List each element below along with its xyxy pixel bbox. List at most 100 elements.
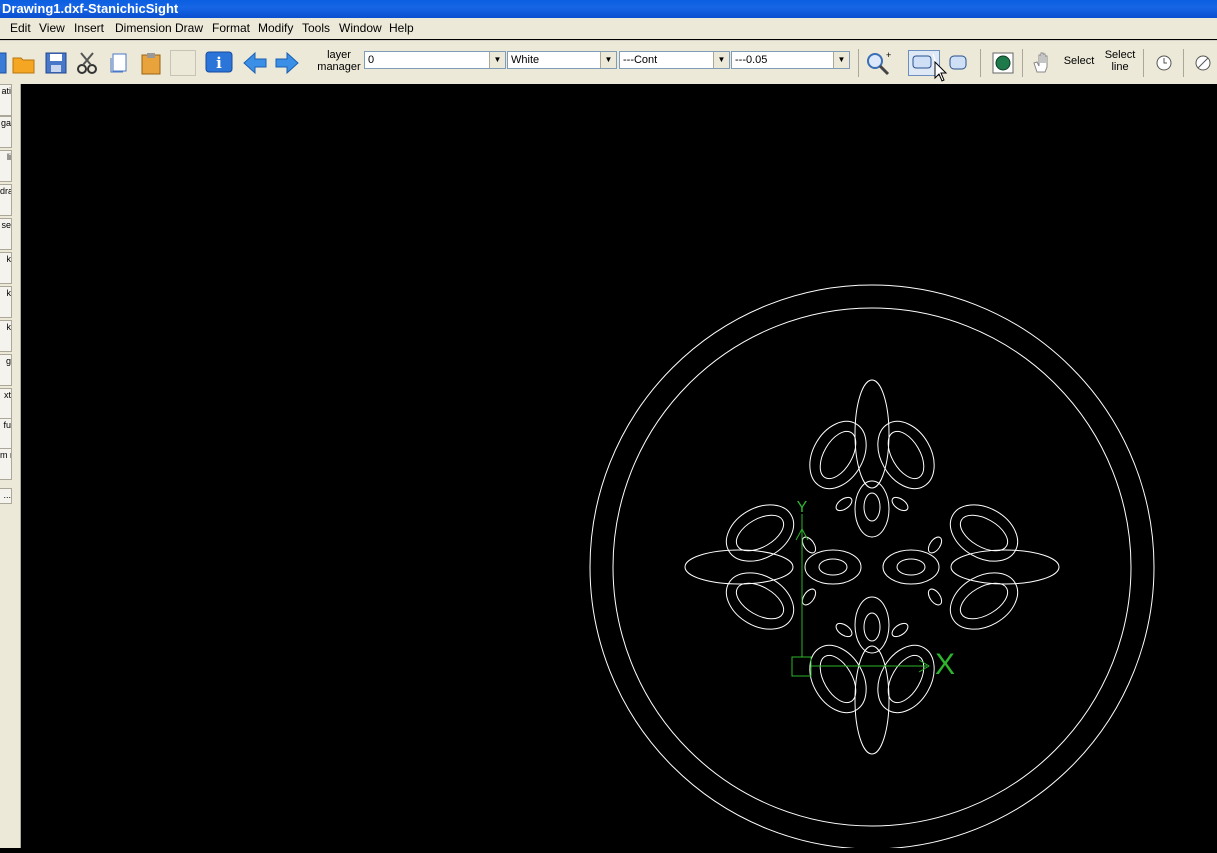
cancel-icon[interactable]	[1190, 50, 1216, 76]
lineweight-select-value: ---0.05	[735, 54, 768, 66]
chevron-down-icon[interactable]: ▼	[600, 52, 616, 68]
outer-circle	[589, 284, 1155, 850]
menu-help[interactable]: Help	[389, 18, 414, 39]
petal-inner	[819, 654, 857, 704]
layer-select-value: 0	[368, 54, 375, 66]
ucs-y-label: Y	[797, 499, 808, 516]
info-icon[interactable]: i	[205, 50, 233, 76]
petal-inner	[735, 514, 785, 552]
color-select-value: White	[511, 54, 540, 66]
inner-drop-core	[863, 612, 881, 642]
save-icon[interactable]	[43, 50, 69, 76]
layer-select[interactable]: 0 ▼	[364, 51, 506, 69]
ucs-x-label: X	[935, 648, 955, 681]
petal-inner	[819, 430, 857, 480]
linetype-select-value: ---Cont	[623, 54, 658, 66]
left-tool-button[interactable]: m n	[0, 448, 12, 480]
crescent	[927, 536, 943, 554]
menu-modify[interactable]: Modify	[258, 18, 293, 39]
inner-drop	[854, 596, 890, 654]
layer-manager-button[interactable]: layer manager	[314, 49, 364, 73]
left-tool-button[interactable]: k	[0, 286, 12, 318]
petal	[809, 420, 867, 490]
left-tool-button[interactable]: ati	[0, 84, 12, 116]
crescent	[891, 496, 909, 512]
main-toolbar: i layer manager 0 ▼ White ▼ ---Cont ▼ --…	[0, 40, 1217, 84]
chevron-down-icon[interactable]: ▼	[713, 52, 729, 68]
left-tool-button[interactable]: k	[0, 320, 12, 352]
petal	[949, 504, 1019, 562]
window-title: Drawing1.dxf-StanichicSight	[2, 1, 179, 16]
open-folder-icon[interactable]	[11, 50, 37, 76]
new-file-icon[interactable]	[0, 50, 10, 76]
petal	[725, 572, 795, 630]
svg-text:+: +	[886, 50, 891, 60]
left-tool-button[interactable]: ga	[0, 116, 12, 148]
chevron-down-icon[interactable]: ▼	[833, 52, 849, 68]
menu-edit[interactable]: Edit	[10, 18, 31, 39]
menu-window[interactable]: Window	[339, 18, 382, 39]
back-arrow-icon[interactable]	[242, 50, 268, 76]
left-tool-button[interactable]: se	[0, 218, 12, 250]
layer-manager-label-2: manager	[317, 61, 361, 73]
drawing-canvas[interactable]: Y X	[21, 84, 1217, 850]
color-select[interactable]: White ▼	[507, 51, 617, 69]
zoom-in-icon[interactable]: +	[864, 50, 891, 76]
blank-tool-button[interactable]	[170, 50, 196, 76]
left-tool-button[interactable]: dra	[0, 184, 12, 216]
menu-view[interactable]: View	[39, 18, 65, 39]
petal-inner	[959, 582, 1009, 620]
petal-inner	[887, 654, 925, 704]
menu-tools[interactable]: Tools	[302, 18, 330, 39]
petal	[949, 572, 1019, 630]
chevron-down-icon[interactable]: ▼	[489, 52, 505, 68]
left-tool-button[interactable]: fu	[0, 418, 12, 450]
left-tool-button[interactable]: li	[0, 150, 12, 182]
menu-bar: Edit View Insert Dimension Draw Format M…	[0, 18, 1217, 39]
select-label: Select	[1063, 55, 1095, 67]
toolbar-separator	[1022, 49, 1023, 77]
petal	[684, 549, 794, 585]
inner-drop	[882, 549, 940, 585]
linetype-select[interactable]: ---Cont ▼	[619, 51, 730, 69]
forward-arrow-icon[interactable]	[274, 50, 300, 76]
crescent	[801, 588, 817, 606]
petal-inner	[887, 430, 925, 480]
cut-icon[interactable]	[74, 50, 100, 76]
left-tool-button[interactable]: ...	[0, 488, 12, 504]
lineweight-select[interactable]: ---0.05 ▼	[731, 51, 850, 69]
ucs-origin-box	[791, 656, 812, 677]
pan-hand-icon[interactable]	[1029, 50, 1055, 76]
select-button[interactable]: Select	[1060, 55, 1098, 67]
select-line-button[interactable]: Select line	[1100, 49, 1140, 73]
menu-insert[interactable]: Insert	[74, 18, 104, 39]
petal-inner	[959, 514, 1009, 552]
crescent	[801, 536, 817, 554]
menu-draw[interactable]: Draw	[175, 18, 203, 39]
drawing-svg[interactable]: Y X	[21, 84, 1217, 850]
select-line-label-1: Select	[1104, 49, 1136, 61]
zoom-all-icon[interactable]	[990, 50, 1016, 76]
zoom-extents-icon[interactable]	[946, 50, 972, 76]
paste-icon[interactable]	[138, 50, 164, 76]
left-tool-button[interactable]: g	[0, 354, 12, 386]
petal	[877, 644, 935, 714]
petal-inner	[735, 582, 785, 620]
menu-dimension[interactable]: Dimension	[115, 18, 172, 39]
clock-icon[interactable]	[1151, 50, 1177, 76]
crescent	[835, 622, 853, 638]
crescent	[927, 588, 943, 606]
inner-drop-core	[818, 558, 848, 576]
toolbar-separator	[1183, 49, 1184, 77]
left-tool-button[interactable]: k	[0, 252, 12, 284]
toolbar-separator	[858, 49, 859, 77]
inner-drop	[854, 480, 890, 538]
copy-icon[interactable]	[106, 50, 132, 76]
petal	[877, 420, 935, 490]
petal	[854, 379, 890, 489]
left-tool-button[interactable]: xt	[0, 388, 12, 420]
menu-format[interactable]: Format	[212, 18, 250, 39]
petal	[950, 549, 1060, 585]
toolbar-separator	[1143, 49, 1144, 77]
petal	[725, 504, 795, 562]
